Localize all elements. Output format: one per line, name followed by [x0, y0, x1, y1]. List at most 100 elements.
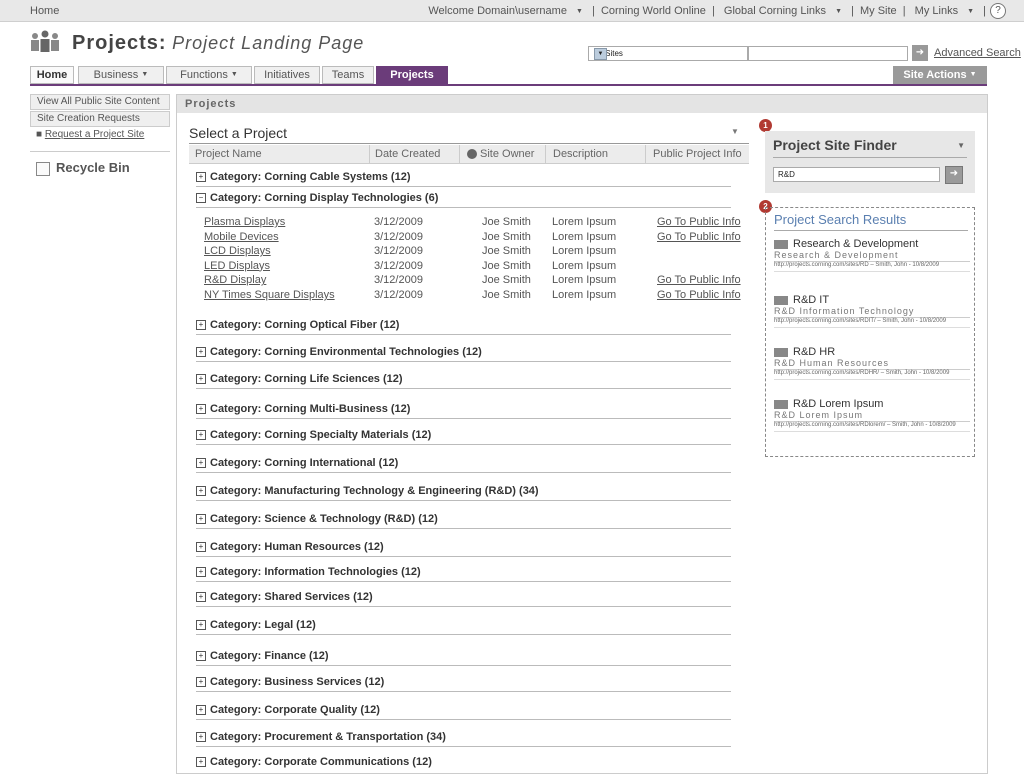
- welcome-menu[interactable]: Welcome Domain\username ▼: [425, 5, 586, 17]
- category-row[interactable]: + Category: Corning Optical Fiber (12): [196, 319, 731, 335]
- left-nav: View All Public Site Content Site Creati…: [30, 94, 170, 176]
- expand-icon[interactable]: +: [196, 172, 206, 183]
- collapse-icon[interactable]: −: [196, 193, 206, 204]
- col-site-owner[interactable]: Site Owner: [467, 148, 534, 160]
- finder-search-input[interactable]: R&D: [773, 167, 940, 182]
- search-result[interactable]: Research & Development Research & Develo…: [774, 238, 970, 272]
- chevron-down-icon: ▼: [141, 71, 149, 79]
- corning-world-online-link[interactable]: Corning World Online: [601, 5, 706, 17]
- search-input[interactable]: [748, 46, 908, 61]
- expand-icon[interactable]: +: [196, 458, 206, 469]
- project-link[interactable]: Mobile Devices: [204, 231, 279, 243]
- recycle-bin-link[interactable]: Recycle Bin: [30, 151, 170, 176]
- search-result[interactable]: R&D HR R&D Human Resources http://projec…: [774, 346, 970, 380]
- category-row[interactable]: + Category: Corning Environmental Technol…: [196, 346, 731, 362]
- site-creation-requests-link[interactable]: Site Creation Requests: [30, 111, 170, 127]
- chevron-down-icon[interactable]: ▼: [731, 127, 739, 136]
- table-row: Mobile Devices 3/12/2009 Joe Smith Lorem Ip…: [204, 230, 741, 243]
- expand-icon[interactable]: +: [196, 567, 206, 578]
- tab-teams[interactable]: Teams: [322, 66, 374, 84]
- category-row[interactable]: + Category: Manufacturing Technology & En…: [196, 485, 731, 501]
- tab-functions[interactable]: Functions ▼: [166, 66, 252, 84]
- site-scope-select[interactable]: All Sites ▼: [588, 46, 748, 61]
- category-row[interactable]: + Category: Corning International (12): [196, 457, 731, 473]
- project-link[interactable]: Plasma Displays: [204, 216, 285, 228]
- dropdown-arrow-icon[interactable]: ▼: [594, 48, 607, 60]
- category-row[interactable]: + Category: Corning Specialty Materials (…: [196, 429, 731, 445]
- category-row[interactable]: + Category: Corning Multi-Business (12): [196, 403, 731, 419]
- project-list: Plasma Displays 3/12/2009 Joe Smith Lorem I…: [204, 216, 749, 304]
- expand-icon[interactable]: +: [196, 404, 206, 415]
- request-project-site-link[interactable]: Request a Project Site: [45, 129, 145, 140]
- result-name[interactable]: R&D IT: [793, 294, 829, 306]
- public-info-link[interactable]: Go To Public Info: [657, 216, 741, 228]
- expand-icon[interactable]: +: [196, 732, 206, 743]
- category-row[interactable]: + Category: Corning Cable Systems (12): [196, 171, 731, 187]
- chevron-down-icon: ▼: [967, 7, 975, 15]
- tab-projects[interactable]: Projects: [376, 66, 448, 84]
- project-link[interactable]: NY Times Square Displays: [204, 289, 335, 301]
- view-all-site-content-link[interactable]: View All Public Site Content: [30, 94, 170, 110]
- result-name[interactable]: Research & Development: [793, 238, 918, 250]
- expand-icon[interactable]: +: [196, 430, 206, 441]
- category-row[interactable]: + Category: Corning Life Sciences (12): [196, 373, 731, 389]
- expand-icon[interactable]: +: [196, 486, 206, 497]
- global-corning-links-menu[interactable]: Global Corning Links ▼: [721, 5, 845, 17]
- category-row-expanded[interactable]: − Category: Corning Display Technologies …: [196, 192, 731, 208]
- table-row: LED Displays 3/12/2009 Joe Smith Lorem Ipsu…: [204, 259, 617, 272]
- category-row[interactable]: + Category: Legal (12): [196, 619, 731, 635]
- category-row[interactable]: + Category: Shared Services (12): [196, 591, 731, 607]
- expand-icon[interactable]: +: [196, 374, 206, 385]
- tab-initiatives[interactable]: Initiatives: [254, 66, 320, 84]
- col-description[interactable]: Description: [553, 148, 608, 160]
- tab-business[interactable]: Business ▼: [78, 66, 164, 84]
- expand-icon[interactable]: +: [196, 651, 206, 662]
- category-row[interactable]: + Category: Corporate Quality (12): [196, 704, 731, 720]
- people-icon: [774, 347, 788, 357]
- project-link[interactable]: LED Displays: [204, 260, 270, 272]
- people-icon: [774, 239, 788, 249]
- category-row[interactable]: + Category: Corporate Communications (12): [196, 756, 731, 771]
- public-info-link[interactable]: Go To Public Info: [657, 274, 741, 286]
- result-subtitle: R&D Lorem Ipsum: [774, 410, 970, 422]
- category-row[interactable]: + Category: Human Resources (12): [196, 541, 731, 557]
- home-link[interactable]: Home: [30, 5, 59, 17]
- advanced-search-link[interactable]: Advanced Search: [934, 47, 1021, 59]
- expand-icon[interactable]: +: [196, 542, 206, 553]
- col-project-name[interactable]: Project Name: [195, 148, 262, 160]
- expand-icon[interactable]: +: [196, 620, 206, 631]
- request-project-site-item: ■ Request a Project Site: [36, 129, 145, 140]
- search-go-button[interactable]: ➜: [912, 45, 928, 61]
- help-icon[interactable]: ?: [990, 3, 1006, 19]
- table-header: Project Name Date Created Site Owner Des…: [189, 145, 749, 164]
- category-row[interactable]: + Category: Finance (12): [196, 650, 731, 666]
- project-link[interactable]: R&D Display: [204, 274, 266, 286]
- expand-icon[interactable]: +: [196, 320, 206, 331]
- tab-home[interactable]: Home: [30, 66, 74, 84]
- finder-go-button[interactable]: ➜: [945, 166, 963, 184]
- site-actions-menu[interactable]: Site Actions ▼: [893, 66, 987, 84]
- category-row[interactable]: + Category: Business Services (12): [196, 676, 731, 692]
- my-site-link[interactable]: My Site: [860, 5, 897, 17]
- col-date-created[interactable]: Date Created: [375, 148, 440, 160]
- expand-icon[interactable]: +: [196, 347, 206, 358]
- chevron-down-icon: ▼: [230, 71, 238, 79]
- expand-icon[interactable]: +: [196, 705, 206, 716]
- search-result[interactable]: R&D IT R&D Information Technology http:/…: [774, 294, 970, 328]
- expand-icon[interactable]: +: [196, 514, 206, 525]
- result-name[interactable]: R&D Lorem Ipsum: [793, 398, 883, 410]
- result-name[interactable]: R&D HR: [793, 346, 835, 358]
- expand-icon[interactable]: +: [196, 677, 206, 688]
- search-result[interactable]: R&D Lorem Ipsum R&D Lorem Ipsum http://p…: [774, 398, 970, 432]
- project-link[interactable]: LCD Displays: [204, 245, 271, 257]
- my-links-menu[interactable]: My Links ▼: [912, 5, 977, 17]
- chevron-down-icon[interactable]: ▼: [957, 141, 965, 150]
- category-row[interactable]: + Category: Information Technologies (12): [196, 566, 731, 582]
- col-public-info[interactable]: Public Project Info: [653, 148, 742, 160]
- public-info-link[interactable]: Go To Public Info: [657, 231, 741, 243]
- public-info-link[interactable]: Go To Public Info: [657, 289, 741, 301]
- expand-icon[interactable]: +: [196, 757, 206, 768]
- category-row[interactable]: + Category: Procurement & Transportation …: [196, 731, 731, 747]
- expand-icon[interactable]: +: [196, 592, 206, 603]
- category-row[interactable]: + Category: Science & Technology (R&D) (1…: [196, 513, 731, 529]
